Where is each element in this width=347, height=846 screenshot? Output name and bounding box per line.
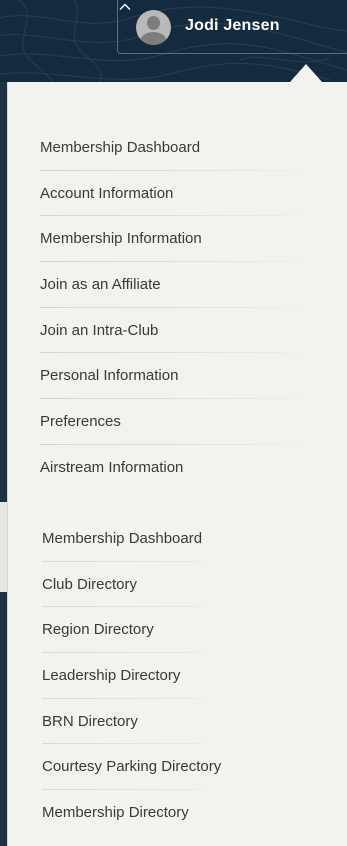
page-background-strip xyxy=(0,82,7,846)
menu-link[interactable]: Airstream Information xyxy=(40,445,202,490)
dropdown-caret xyxy=(290,64,322,82)
menu-link[interactable]: Preferences xyxy=(40,399,202,444)
user-avatar-icon xyxy=(136,10,171,45)
menu-item-courtesy-parking-directory[interactable]: Courtesy Parking Directory xyxy=(42,744,221,791)
menu-link[interactable]: Leadership Directory xyxy=(42,653,221,698)
menu-link[interactable]: Membership Dashboard xyxy=(42,516,221,561)
menu-link[interactable]: Membership Dashboard xyxy=(40,125,202,170)
menu-item-leadership-directory[interactable]: Leadership Directory xyxy=(42,653,221,699)
menu-item-membership-directory[interactable]: Membership Directory xyxy=(42,790,221,836)
user-name: Jodi Jensen xyxy=(185,17,280,34)
chevron-up-icon[interactable] xyxy=(118,0,132,14)
menu-item-join-intra-club[interactable]: Join an Intra-Club xyxy=(40,308,320,354)
menu-item-club-directory[interactable]: Club Directory xyxy=(42,562,221,608)
menu-link[interactable]: Membership Directory xyxy=(42,790,221,835)
menu-link[interactable]: Personal Information xyxy=(40,353,202,398)
menu-item-membership-dashboard[interactable]: Membership Dashboard xyxy=(40,125,320,171)
menu-item-preferences[interactable]: Preferences xyxy=(40,399,320,445)
menu-item-region-directory[interactable]: Region Directory xyxy=(42,607,221,654)
user-menu-button[interactable]: Jodi Jensen xyxy=(117,0,347,54)
menu-link[interactable]: Join an Intra-Club xyxy=(40,308,202,353)
menu-link[interactable]: Account Information xyxy=(40,171,202,216)
directories-menu: Membership Dashboard Club Directory Regi… xyxy=(42,516,221,836)
menu-item-personal-information[interactable]: Personal Information xyxy=(40,353,320,400)
menu-link[interactable]: Join as an Affiliate xyxy=(40,262,202,307)
menu-link[interactable]: Region Directory xyxy=(42,607,221,652)
menu-link[interactable]: Membership Information xyxy=(40,216,202,261)
menu-item-membership-dashboard-2[interactable]: Membership Dashboard xyxy=(42,516,221,562)
menu-link[interactable]: Club Directory xyxy=(42,562,221,607)
account-menu: Membership Dashboard Account Information… xyxy=(40,125,320,491)
menu-link[interactable]: Courtesy Parking Directory xyxy=(42,744,221,789)
menu-item-account-information[interactable]: Account Information xyxy=(40,171,320,217)
menu-link[interactable]: BRN Directory xyxy=(42,699,221,744)
menu-item-brn-directory[interactable]: BRN Directory xyxy=(42,699,221,745)
menu-item-membership-information[interactable]: Membership Information xyxy=(40,216,320,263)
menu-item-airstream-information[interactable]: Airstream Information xyxy=(40,445,202,491)
menu-item-join-affiliate[interactable]: Join as an Affiliate xyxy=(40,262,320,308)
